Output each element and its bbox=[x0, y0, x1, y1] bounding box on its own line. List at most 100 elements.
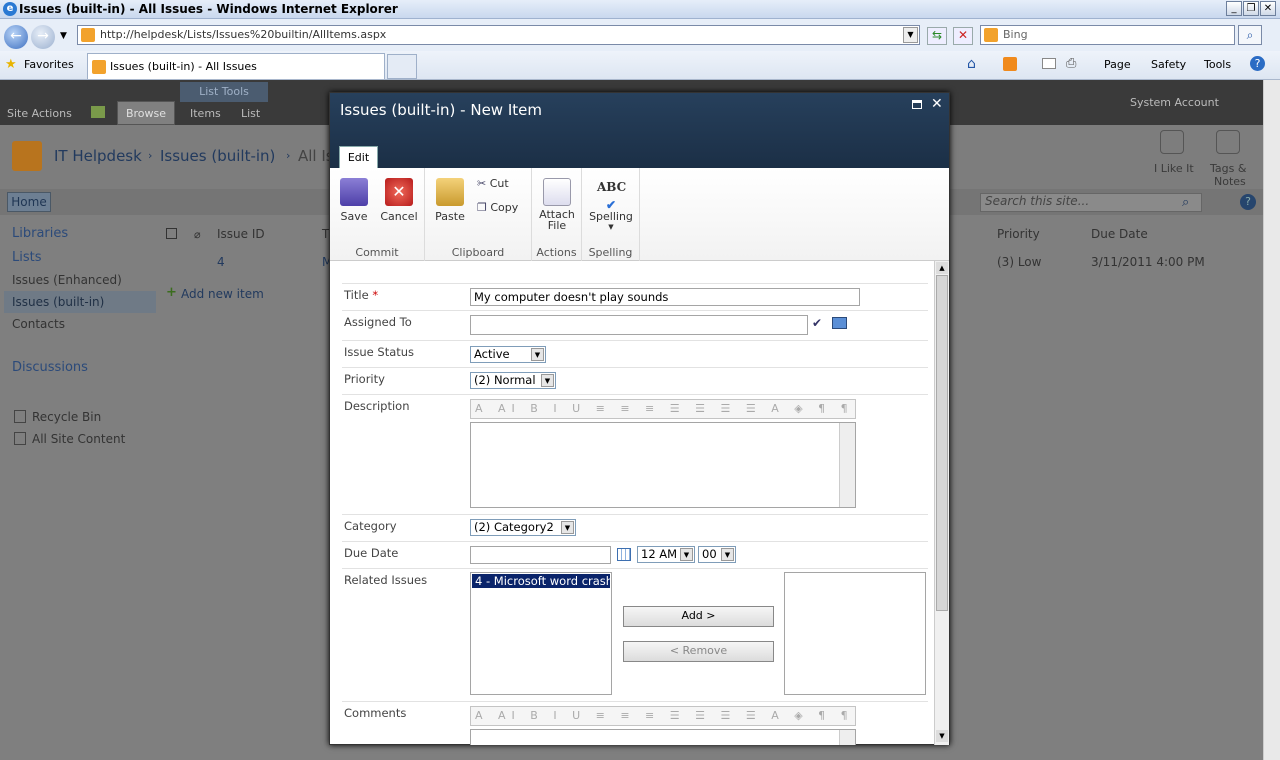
dialog-scrollbar[interactable]: ▲ ▼ bbox=[934, 261, 949, 745]
priority-select[interactable]: (2) Normal ▼ bbox=[470, 372, 556, 389]
col-due-date[interactable]: Due Date bbox=[1091, 227, 1148, 241]
system-account-menu[interactable]: System Account bbox=[1130, 92, 1219, 114]
safety-menu[interactable]: Safety bbox=[1151, 58, 1186, 71]
address-text: http://helpdesk/Lists/Issues%20builtin/A… bbox=[100, 28, 387, 41]
nav-issues-builtin[interactable]: Issues (built-in) bbox=[12, 295, 104, 309]
nav-issues-enhanced[interactable]: Issues (Enhanced) bbox=[12, 273, 122, 287]
nav-lists[interactable]: Lists bbox=[12, 250, 42, 265]
scroll-down-icon[interactable]: ▼ bbox=[936, 730, 948, 742]
dialog-maximize-icon[interactable] bbox=[912, 100, 922, 109]
add-button[interactable]: Add > bbox=[623, 606, 774, 627]
row-issue-id[interactable]: 4 bbox=[217, 255, 225, 269]
minimize-icon[interactable]: _ bbox=[1226, 1, 1242, 16]
tab-items[interactable]: Items bbox=[190, 103, 221, 125]
refresh-icon[interactable]: ⇆ bbox=[927, 27, 947, 45]
nav-all-site-content[interactable]: All Site Content bbox=[32, 432, 125, 446]
cancel-button[interactable]: ✕ Cancel bbox=[379, 178, 419, 223]
search-icon[interactable]: ⌕ bbox=[1238, 25, 1262, 45]
tab-list[interactable]: List bbox=[241, 103, 260, 125]
tools-menu[interactable]: Tools bbox=[1204, 58, 1231, 71]
comments-toolbar[interactable]: A AI B I U ≡ ≡ ≡ ☰ ☰ ☰ ☰ A ◈ ¶ ¶ bbox=[470, 706, 856, 726]
site-help-icon[interactable]: ? bbox=[1240, 194, 1256, 210]
description-editor[interactable] bbox=[470, 422, 856, 508]
attach-file-button[interactable]: Attach File bbox=[537, 178, 577, 232]
paste-button[interactable]: Paste bbox=[433, 178, 467, 223]
forward-icon[interactable]: → bbox=[31, 25, 55, 49]
page-menu[interactable]: Page bbox=[1104, 58, 1131, 71]
tags-notes-label-2[interactable]: Notes bbox=[1214, 175, 1246, 188]
spelling-dropdown-icon: ▼ bbox=[608, 223, 614, 231]
stop-icon[interactable]: ✕ bbox=[953, 27, 973, 45]
rss-icon[interactable] bbox=[1003, 57, 1017, 71]
tags-notes-icon[interactable] bbox=[1216, 130, 1240, 154]
cut-button[interactable]: ✂ Cut bbox=[477, 177, 509, 190]
nav-recycle-bin[interactable]: Recycle Bin bbox=[32, 410, 101, 424]
description-toolbar[interactable]: A AI B I U ≡ ≡ ≡ ☰ ☰ ☰ ☰ A ◈ ¶ ¶ bbox=[470, 399, 856, 419]
window-scrollbar[interactable] bbox=[1263, 80, 1280, 760]
site-search-input[interactable]: Search this site... bbox=[980, 193, 1202, 212]
new-tab-button[interactable] bbox=[387, 54, 417, 79]
cut-label: Cut bbox=[489, 177, 509, 190]
nav-discussions[interactable]: Discussions bbox=[12, 360, 88, 375]
scroll-thumb[interactable] bbox=[936, 275, 948, 611]
address-bar[interactable]: http://helpdesk/Lists/Issues%20builtin/A… bbox=[77, 25, 920, 45]
status-select[interactable]: Active ▼ bbox=[470, 346, 546, 363]
copy-button[interactable]: ❐ Copy bbox=[477, 201, 518, 214]
check-names-icon[interactable]: ✔ bbox=[812, 316, 822, 330]
home-tab[interactable]: Home bbox=[7, 192, 51, 212]
related-selected-list[interactable] bbox=[784, 572, 926, 695]
assigned-input[interactable] bbox=[470, 315, 808, 335]
site-search-icon[interactable]: ⌕ bbox=[1182, 195, 1189, 210]
description-scrollbar[interactable] bbox=[839, 423, 855, 507]
home-icon[interactable]: ⌂ bbox=[967, 56, 976, 72]
tab-title: Issues (built-in) - All Issues bbox=[110, 60, 257, 73]
dialog-header: Issues (built-in) - New Item ✕ Edit bbox=[330, 93, 949, 169]
help-icon[interactable]: ? bbox=[1250, 56, 1265, 71]
category-value: (2) Category2 bbox=[474, 520, 554, 534]
hour-select[interactable]: 12 AM ▼ bbox=[637, 546, 695, 563]
back-icon[interactable]: ← bbox=[4, 25, 28, 49]
minute-select[interactable]: 00 ▼ bbox=[698, 546, 736, 563]
col-priority[interactable]: Priority bbox=[997, 227, 1040, 241]
address-dropdown-icon[interactable]: ▼ bbox=[903, 27, 918, 43]
tags-notes-label[interactable]: Tags & bbox=[1210, 162, 1246, 175]
list-item[interactable]: 4 - Microsoft word crash bbox=[472, 574, 610, 588]
nav-contacts[interactable]: Contacts bbox=[12, 317, 65, 331]
search-box[interactable]: Bing bbox=[980, 25, 1235, 45]
browse-people-icon[interactable] bbox=[832, 317, 847, 329]
comments-scrollbar[interactable] bbox=[839, 730, 855, 745]
col-issue-id[interactable]: Issue ID bbox=[217, 227, 265, 241]
calendar-icon[interactable] bbox=[617, 548, 631, 561]
add-new-item-link[interactable]: Add new item bbox=[181, 287, 264, 301]
select-all-checkbox[interactable] bbox=[166, 228, 177, 239]
comments-editor[interactable] bbox=[470, 729, 856, 745]
due-date-input[interactable] bbox=[470, 546, 611, 564]
description-row: Description A AI B I U ≡ ≡ ≡ ☰ ☰ ☰ ☰ A ◈… bbox=[342, 394, 928, 514]
nav-libraries[interactable]: Libraries bbox=[12, 226, 68, 241]
mail-icon[interactable] bbox=[1042, 58, 1056, 69]
related-available-list[interactable]: 4 - Microsoft word crash bbox=[470, 572, 612, 695]
i-like-it-icon[interactable] bbox=[1160, 130, 1184, 154]
site-actions-menu[interactable]: Site Actions bbox=[7, 103, 72, 125]
i-like-it-label[interactable]: I Like It bbox=[1154, 162, 1194, 175]
dialog-close-icon[interactable]: ✕ bbox=[931, 96, 943, 112]
history-dropdown-icon[interactable]: ▼ bbox=[60, 31, 67, 41]
close-icon[interactable]: ✕ bbox=[1260, 1, 1276, 16]
title-input[interactable]: My computer doesn't play sounds bbox=[470, 288, 860, 306]
spelling-button[interactable]: ABC ✔ Spelling ▼ bbox=[586, 178, 636, 231]
maximize-icon[interactable]: ❐ bbox=[1243, 1, 1259, 16]
all-site-content-icon bbox=[14, 432, 26, 445]
commit-group-label: Commit bbox=[355, 246, 399, 259]
print-icon[interactable]: ⎙ bbox=[1066, 56, 1076, 71]
site-title[interactable]: IT Helpdesk bbox=[54, 147, 142, 165]
tab-browse[interactable]: Browse bbox=[117, 101, 175, 125]
save-button[interactable]: Save bbox=[336, 178, 372, 223]
category-select[interactable]: (2) Category2 ▼ bbox=[470, 519, 576, 536]
favorites-button[interactable]: Favorites bbox=[24, 58, 74, 71]
breadcrumb-list[interactable]: Issues (built-in) bbox=[160, 147, 275, 165]
browser-tab[interactable]: Issues (built-in) - All Issues bbox=[87, 53, 385, 79]
tab-edit[interactable]: Edit bbox=[339, 146, 378, 169]
remove-button[interactable]: < Remove bbox=[623, 641, 774, 662]
scroll-up-icon[interactable]: ▲ bbox=[936, 262, 948, 274]
navigate-up-icon[interactable] bbox=[91, 106, 105, 118]
